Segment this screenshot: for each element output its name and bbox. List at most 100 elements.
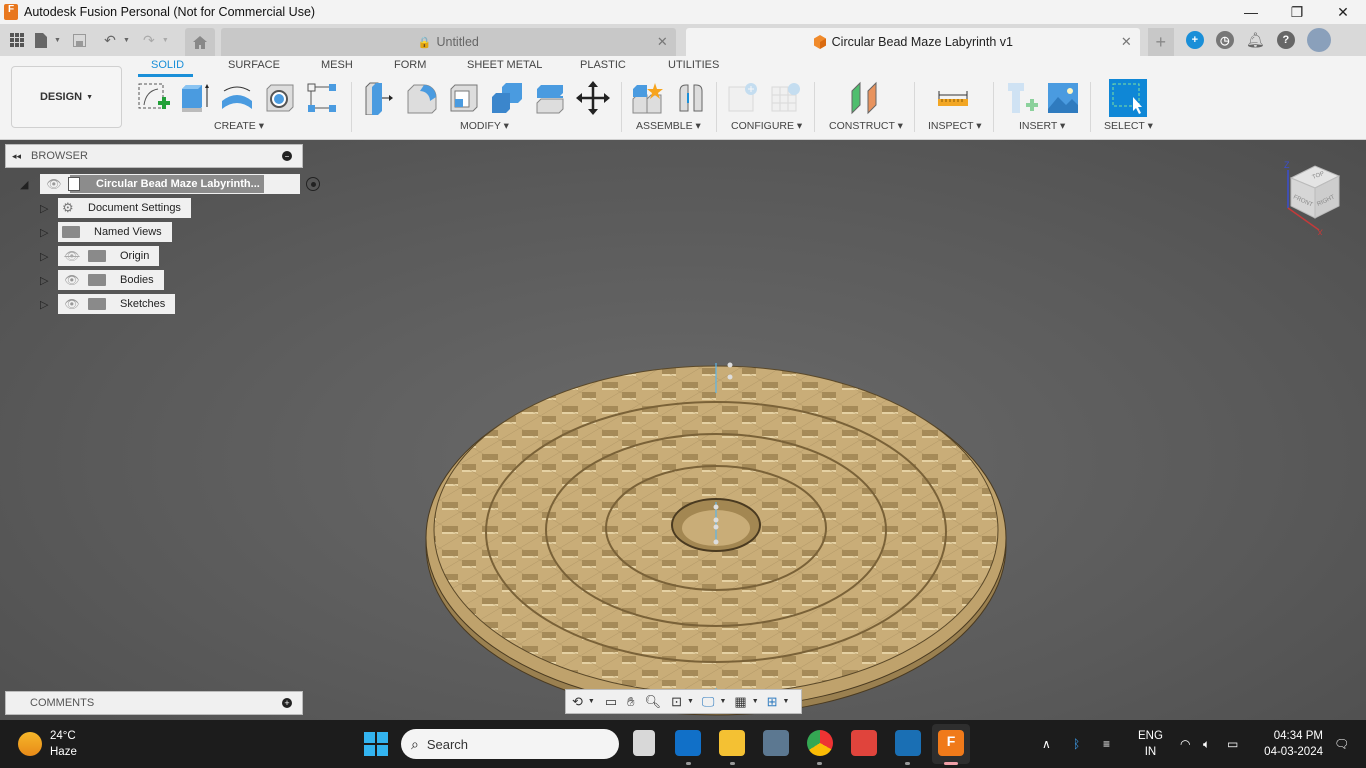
window-select-icon[interactable] xyxy=(1109,79,1147,117)
move-copy-icon[interactable] xyxy=(576,81,610,115)
user-avatar[interactable] xyxy=(1306,28,1331,52)
configure-menu[interactable]: CONFIGURE ▾ xyxy=(731,120,802,132)
taskbar-app-todoist[interactable] xyxy=(851,730,877,756)
new-tab-button[interactable]: + xyxy=(1147,28,1174,56)
restore-button[interactable]: ❐ xyxy=(1274,0,1320,24)
file-menu-icon[interactable] xyxy=(30,29,52,51)
revolve-icon[interactable] xyxy=(220,81,254,115)
taskbar-app-c[interactable] xyxy=(895,730,921,756)
taskbar-app-outlook[interactable] xyxy=(675,730,701,756)
chevron-down-icon[interactable]: ▼ xyxy=(687,698,694,705)
taskbar-app-file-explorer[interactable] xyxy=(719,730,745,756)
expand-triangle-icon[interactable]: ▷ xyxy=(40,202,58,215)
visibility-eye-icon[interactable]: 👁︎ xyxy=(64,273,80,287)
hole-icon[interactable] xyxy=(263,81,297,115)
grid-settings-icon[interactable]: ▦ xyxy=(734,694,746,710)
chevron-down-icon[interactable]: ▼ xyxy=(162,37,169,44)
inspect-menu[interactable]: INSPECT ▾ xyxy=(928,120,982,132)
look-at-icon[interactable]: ▭ xyxy=(605,694,617,710)
insert-canvas-icon[interactable] xyxy=(1046,81,1080,115)
app-grid-icon[interactable] xyxy=(6,29,28,51)
close-button[interactable]: ✕ xyxy=(1320,0,1366,24)
offset-plane-icon[interactable] xyxy=(848,81,882,115)
tab-surface[interactable]: SURFACE xyxy=(228,59,280,71)
zoom-icon[interactable]: 🔍︎ xyxy=(645,694,662,710)
browser-item-bodies[interactable]: ▷ 👁︎ Bodies xyxy=(40,270,164,290)
combine-icon[interactable] xyxy=(490,81,524,115)
taskbar-app-calculator[interactable] xyxy=(763,730,789,756)
model-canvas[interactable] xyxy=(0,140,1366,720)
chevron-down-icon[interactable]: ▼ xyxy=(783,698,790,705)
browser-root-row[interactable]: ◢ 👁︎ Circular Bead Maze Labyrinth... xyxy=(20,174,320,194)
3d-viewport[interactable] xyxy=(0,140,1366,720)
minimize-panel-icon[interactable]: − xyxy=(282,151,292,161)
notification-center-icon[interactable]: 🗨︎ xyxy=(1334,720,1349,768)
fit-window-icon[interactable]: ⊡ xyxy=(671,694,682,710)
configure-grid-icon[interactable] xyxy=(770,81,804,115)
press-pull-icon[interactable] xyxy=(362,81,396,115)
minimize-button[interactable]: — xyxy=(1228,0,1274,24)
browser-item-document-settings[interactable]: ▷ ⚙ Document Settings xyxy=(40,198,191,218)
tab-utilities[interactable]: UTILITIES xyxy=(668,59,719,71)
expand-triangle-icon[interactable]: ▷ xyxy=(40,226,58,239)
chevron-down-icon[interactable]: ▼ xyxy=(752,698,759,705)
viewports-icon[interactable]: ⊞ xyxy=(767,694,778,710)
split-body-icon[interactable] xyxy=(533,81,567,115)
create-menu[interactable]: CREATE ▾ xyxy=(214,120,264,132)
close-tab-icon[interactable]: ✕ xyxy=(1121,34,1132,50)
job-status-clock-icon[interactable]: ◷ xyxy=(1215,31,1234,49)
wifi-icon[interactable]: ◠ xyxy=(1180,720,1190,768)
shell-icon[interactable] xyxy=(447,81,481,115)
browser-item-origin[interactable]: ▷ 👁︎ Origin xyxy=(40,246,160,266)
close-tab-icon[interactable]: ✕ xyxy=(657,34,668,50)
extrude-icon[interactable] xyxy=(178,81,212,115)
new-component-icon[interactable] xyxy=(631,81,665,115)
chevron-down-icon[interactable]: ▼ xyxy=(719,698,726,705)
collapse-panel-icon[interactable]: ◂◂ xyxy=(12,151,21,162)
expand-triangle-icon[interactable]: ▷ xyxy=(40,250,58,263)
undo-icon[interactable]: ↶ xyxy=(99,29,121,51)
collapse-triangle-icon[interactable]: ◢ xyxy=(20,178,38,191)
system-clock[interactable]: 04:34 PM 04-03-2024 xyxy=(1264,728,1323,760)
root-component-name[interactable]: Circular Bead Maze Labyrinth... xyxy=(70,175,264,193)
visibility-eye-icon[interactable]: 👁︎ xyxy=(64,297,80,311)
orbit-icon[interactable]: ⟲ xyxy=(572,694,583,710)
tab-plastic[interactable]: PLASTIC xyxy=(580,59,626,71)
display-settings-icon[interactable]: 🖵 xyxy=(702,694,715,710)
assemble-menu[interactable]: ASSEMBLE ▾ xyxy=(636,120,701,132)
tab-solid[interactable]: SOLID xyxy=(151,59,184,71)
chevron-down-icon[interactable]: ▼ xyxy=(123,37,130,44)
chevron-down-icon[interactable]: ▼ xyxy=(54,37,61,44)
taskbar-app-fusion[interactable]: F xyxy=(938,730,964,756)
taskbar-app-chrome[interactable] xyxy=(807,730,833,756)
configure-table-icon[interactable] xyxy=(727,81,761,115)
viewcube[interactable]: TOP FRONT RIGHT Z X xyxy=(1283,160,1343,235)
show-hidden-icons[interactable]: ∧ xyxy=(1042,720,1051,768)
battery-icon[interactable]: ▭ xyxy=(1227,720,1238,768)
expand-triangle-icon[interactable]: ▷ xyxy=(40,298,58,311)
save-icon[interactable] xyxy=(69,29,91,51)
tab-sheet-metal[interactable]: SHEET METAL xyxy=(467,59,542,71)
fillet-icon[interactable] xyxy=(404,81,438,115)
visibility-eye-icon[interactable]: 👁︎ xyxy=(46,177,62,191)
browser-item-named-views[interactable]: ▷ Named Views xyxy=(40,222,172,242)
measure-icon[interactable] xyxy=(936,81,970,115)
start-button[interactable] xyxy=(364,732,388,756)
comments-panel[interactable]: COMMENTS + xyxy=(5,691,303,715)
workspace-switcher[interactable]: DESIGN ▼ xyxy=(11,66,122,128)
tab-mesh[interactable]: MESH xyxy=(321,59,353,71)
notifications-bell-icon[interactable]: 🔔︎ xyxy=(1246,31,1265,49)
select-menu[interactable]: SELECT ▾ xyxy=(1104,120,1153,132)
construct-menu[interactable]: CONSTRUCT ▾ xyxy=(829,120,903,132)
tab-form[interactable]: FORM xyxy=(394,59,426,71)
create-sketch-icon[interactable] xyxy=(136,81,170,115)
taskbar-search[interactable]: ⌕ Search xyxy=(401,729,619,759)
weather-widget[interactable]: 24°C Haze xyxy=(18,728,77,760)
tab-circular-bead-maze[interactable]: Circular Bead Maze Labyrinth v1 ✕ xyxy=(685,28,1140,56)
insert-component-icon[interactable] xyxy=(1004,81,1038,115)
input-indicator-icon[interactable]: ≡ xyxy=(1103,720,1110,768)
modify-menu[interactable]: MODIFY ▾ xyxy=(460,120,509,132)
language-indicator[interactable]: ENG IN xyxy=(1138,728,1163,760)
insert-menu[interactable]: INSERT ▾ xyxy=(1019,120,1065,132)
activate-radio-icon[interactable] xyxy=(306,177,320,191)
